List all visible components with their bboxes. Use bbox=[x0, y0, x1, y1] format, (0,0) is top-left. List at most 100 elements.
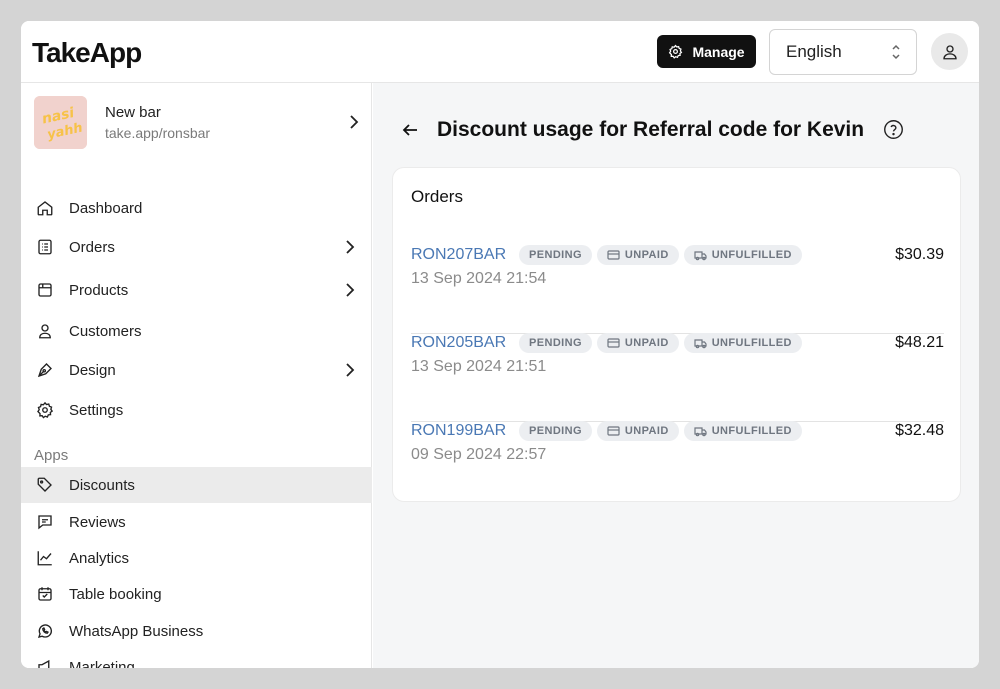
sidebar-item-label: Design bbox=[69, 361, 116, 379]
chevron-right-icon bbox=[346, 283, 355, 297]
order-badges: PENDING UNPAID UNFULFILLED bbox=[519, 245, 802, 265]
status-badge-unpaid: UNPAID bbox=[596, 333, 679, 353]
sidebar-item-reviews[interactable]: Reviews bbox=[21, 504, 372, 540]
credit-card-icon bbox=[607, 426, 620, 436]
sidebar-item-marketing[interactable]: Marketing bbox=[21, 649, 372, 668]
whatsapp-icon bbox=[36, 622, 54, 640]
status-badge-unfulfilled: UNFULFILLED bbox=[683, 333, 802, 353]
sidebar-item-dashboard[interactable]: Dashboard bbox=[21, 190, 372, 226]
order-id-link[interactable]: RON207BAR bbox=[411, 246, 506, 264]
sidebar-item-label: Discounts bbox=[69, 476, 135, 494]
order-row[interactable]: RON207BAR PENDING UNPAID UNFULFILLED $30… bbox=[411, 245, 944, 334]
badge-label: PENDING bbox=[529, 337, 582, 349]
status-badge-unfulfilled: UNFULFILLED bbox=[683, 421, 802, 441]
sidebar-item-label: Products bbox=[69, 281, 129, 299]
sidebar-item-whatsapp-business[interactable]: WhatsApp Business bbox=[21, 613, 372, 649]
back-arrow-icon[interactable] bbox=[401, 122, 419, 138]
status-badge-unfulfilled: UNFULFILLED bbox=[683, 245, 802, 265]
app-window: TakeApp Manage English nasi yahh New bar… bbox=[21, 21, 979, 668]
order-date: 13 Sep 2024 21:51 bbox=[411, 358, 547, 375]
sidebar: nasi yahh New bar take.app/ronsbar Dashb… bbox=[21, 83, 372, 668]
manage-button[interactable]: Manage bbox=[657, 35, 756, 68]
chevron-right-icon bbox=[346, 240, 355, 254]
truck-icon bbox=[694, 339, 707, 349]
gear-icon bbox=[669, 44, 683, 59]
store-name: New bar bbox=[105, 104, 161, 121]
badge-label: PENDING bbox=[529, 249, 582, 261]
status-badge-pending: PENDING bbox=[519, 333, 592, 353]
sidebar-item-label: Orders bbox=[69, 238, 115, 256]
user-icon bbox=[36, 322, 54, 340]
sidebar-item-discounts[interactable]: Discounts bbox=[21, 467, 372, 503]
credit-card-icon bbox=[607, 250, 620, 260]
box-icon bbox=[36, 281, 54, 299]
order-id-link[interactable]: RON205BAR bbox=[411, 334, 506, 352]
chevron-right-icon bbox=[350, 115, 359, 129]
user-icon bbox=[942, 44, 957, 59]
main-content: Discount usage for Referral code for Kev… bbox=[373, 83, 979, 668]
sidebar-item-settings[interactable]: Settings bbox=[21, 392, 372, 428]
takeapp-logo[interactable]: TakeApp bbox=[32, 37, 142, 69]
orders-card-title: Orders bbox=[411, 187, 463, 206]
order-badges: PENDING UNPAID UNFULFILLED bbox=[519, 333, 802, 353]
gear-icon bbox=[36, 401, 54, 419]
credit-card-icon bbox=[607, 338, 620, 348]
badge-label: UNFULFILLED bbox=[711, 337, 792, 349]
order-date: 13 Sep 2024 21:54 bbox=[411, 270, 547, 287]
sidebar-item-label: Settings bbox=[69, 401, 124, 419]
top-bar: TakeApp Manage English bbox=[21, 21, 979, 83]
status-badge-unpaid: UNPAID bbox=[596, 421, 679, 441]
help-icon[interactable] bbox=[883, 119, 904, 140]
sidebar-item-label: Analytics bbox=[69, 549, 130, 567]
badge-label: UNPAID bbox=[624, 337, 669, 349]
language-value: English bbox=[786, 42, 842, 61]
truck-icon bbox=[694, 251, 707, 261]
truck-icon bbox=[694, 427, 707, 437]
sidebar-item-label: Dashboard bbox=[69, 199, 143, 217]
manage-label: Manage bbox=[692, 43, 745, 60]
order-row[interactable]: RON199BAR PENDING UNPAID UNFULFILLED $32… bbox=[411, 421, 944, 510]
order-id-link[interactable]: RON199BAR bbox=[411, 422, 506, 440]
badge-label: PENDING bbox=[529, 425, 582, 437]
orders-card: Orders RON207BAR PENDING UNPAID UNFULFIL… bbox=[392, 167, 961, 502]
sidebar-item-analytics[interactable]: Analytics bbox=[21, 540, 372, 576]
order-row[interactable]: RON205BAR PENDING UNPAID UNFULFILLED $48… bbox=[411, 333, 944, 422]
order-total: $30.39 bbox=[895, 246, 944, 263]
megaphone-icon bbox=[36, 658, 54, 668]
sidebar-item-label: Table booking bbox=[69, 585, 162, 603]
badge-label: UNFULFILLED bbox=[711, 249, 792, 261]
chevron-up-down-icon bbox=[892, 44, 900, 60]
order-total: $48.21 bbox=[895, 334, 944, 351]
badge-label: UNPAID bbox=[624, 249, 669, 261]
calendar-icon bbox=[36, 585, 54, 603]
language-select[interactable]: English bbox=[769, 29, 917, 75]
chart-icon bbox=[36, 549, 54, 567]
chevron-right-icon bbox=[346, 363, 355, 377]
tag-icon bbox=[36, 476, 54, 494]
home-icon bbox=[36, 199, 54, 217]
sidebar-item-table-booking[interactable]: Table booking bbox=[21, 576, 372, 612]
order-date: 09 Sep 2024 22:57 bbox=[411, 446, 547, 463]
sidebar-item-label: Marketing bbox=[69, 658, 135, 669]
store-logo: nasi yahh bbox=[34, 96, 87, 149]
sidebar-item-products[interactable]: Products bbox=[21, 272, 372, 308]
status-badge-unpaid: UNPAID bbox=[596, 245, 679, 265]
chat-icon bbox=[36, 513, 54, 531]
store-logo-image: nasi yahh bbox=[34, 96, 87, 149]
status-badge-pending: PENDING bbox=[519, 421, 592, 441]
order-badges: PENDING UNPAID UNFULFILLED bbox=[519, 421, 802, 441]
sidebar-item-orders[interactable]: Orders bbox=[21, 229, 372, 265]
store-switcher[interactable]: nasi yahh New bar take.app/ronsbar bbox=[34, 95, 364, 150]
sidebar-item-customers[interactable]: Customers bbox=[21, 313, 372, 349]
badge-label: UNPAID bbox=[624, 425, 669, 437]
sidebar-item-label: WhatsApp Business bbox=[69, 622, 204, 640]
pen-icon bbox=[36, 361, 54, 379]
sidebar-item-label: Customers bbox=[69, 322, 142, 340]
sidebar-item-design[interactable]: Design bbox=[21, 352, 372, 388]
sidebar-item-label: Reviews bbox=[69, 513, 126, 531]
status-badge-pending: PENDING bbox=[519, 245, 592, 265]
account-button[interactable] bbox=[931, 33, 968, 70]
receipt-icon bbox=[36, 238, 54, 256]
store-url: take.app/ronsbar bbox=[105, 125, 211, 141]
apps-section-label: Apps bbox=[34, 447, 69, 464]
